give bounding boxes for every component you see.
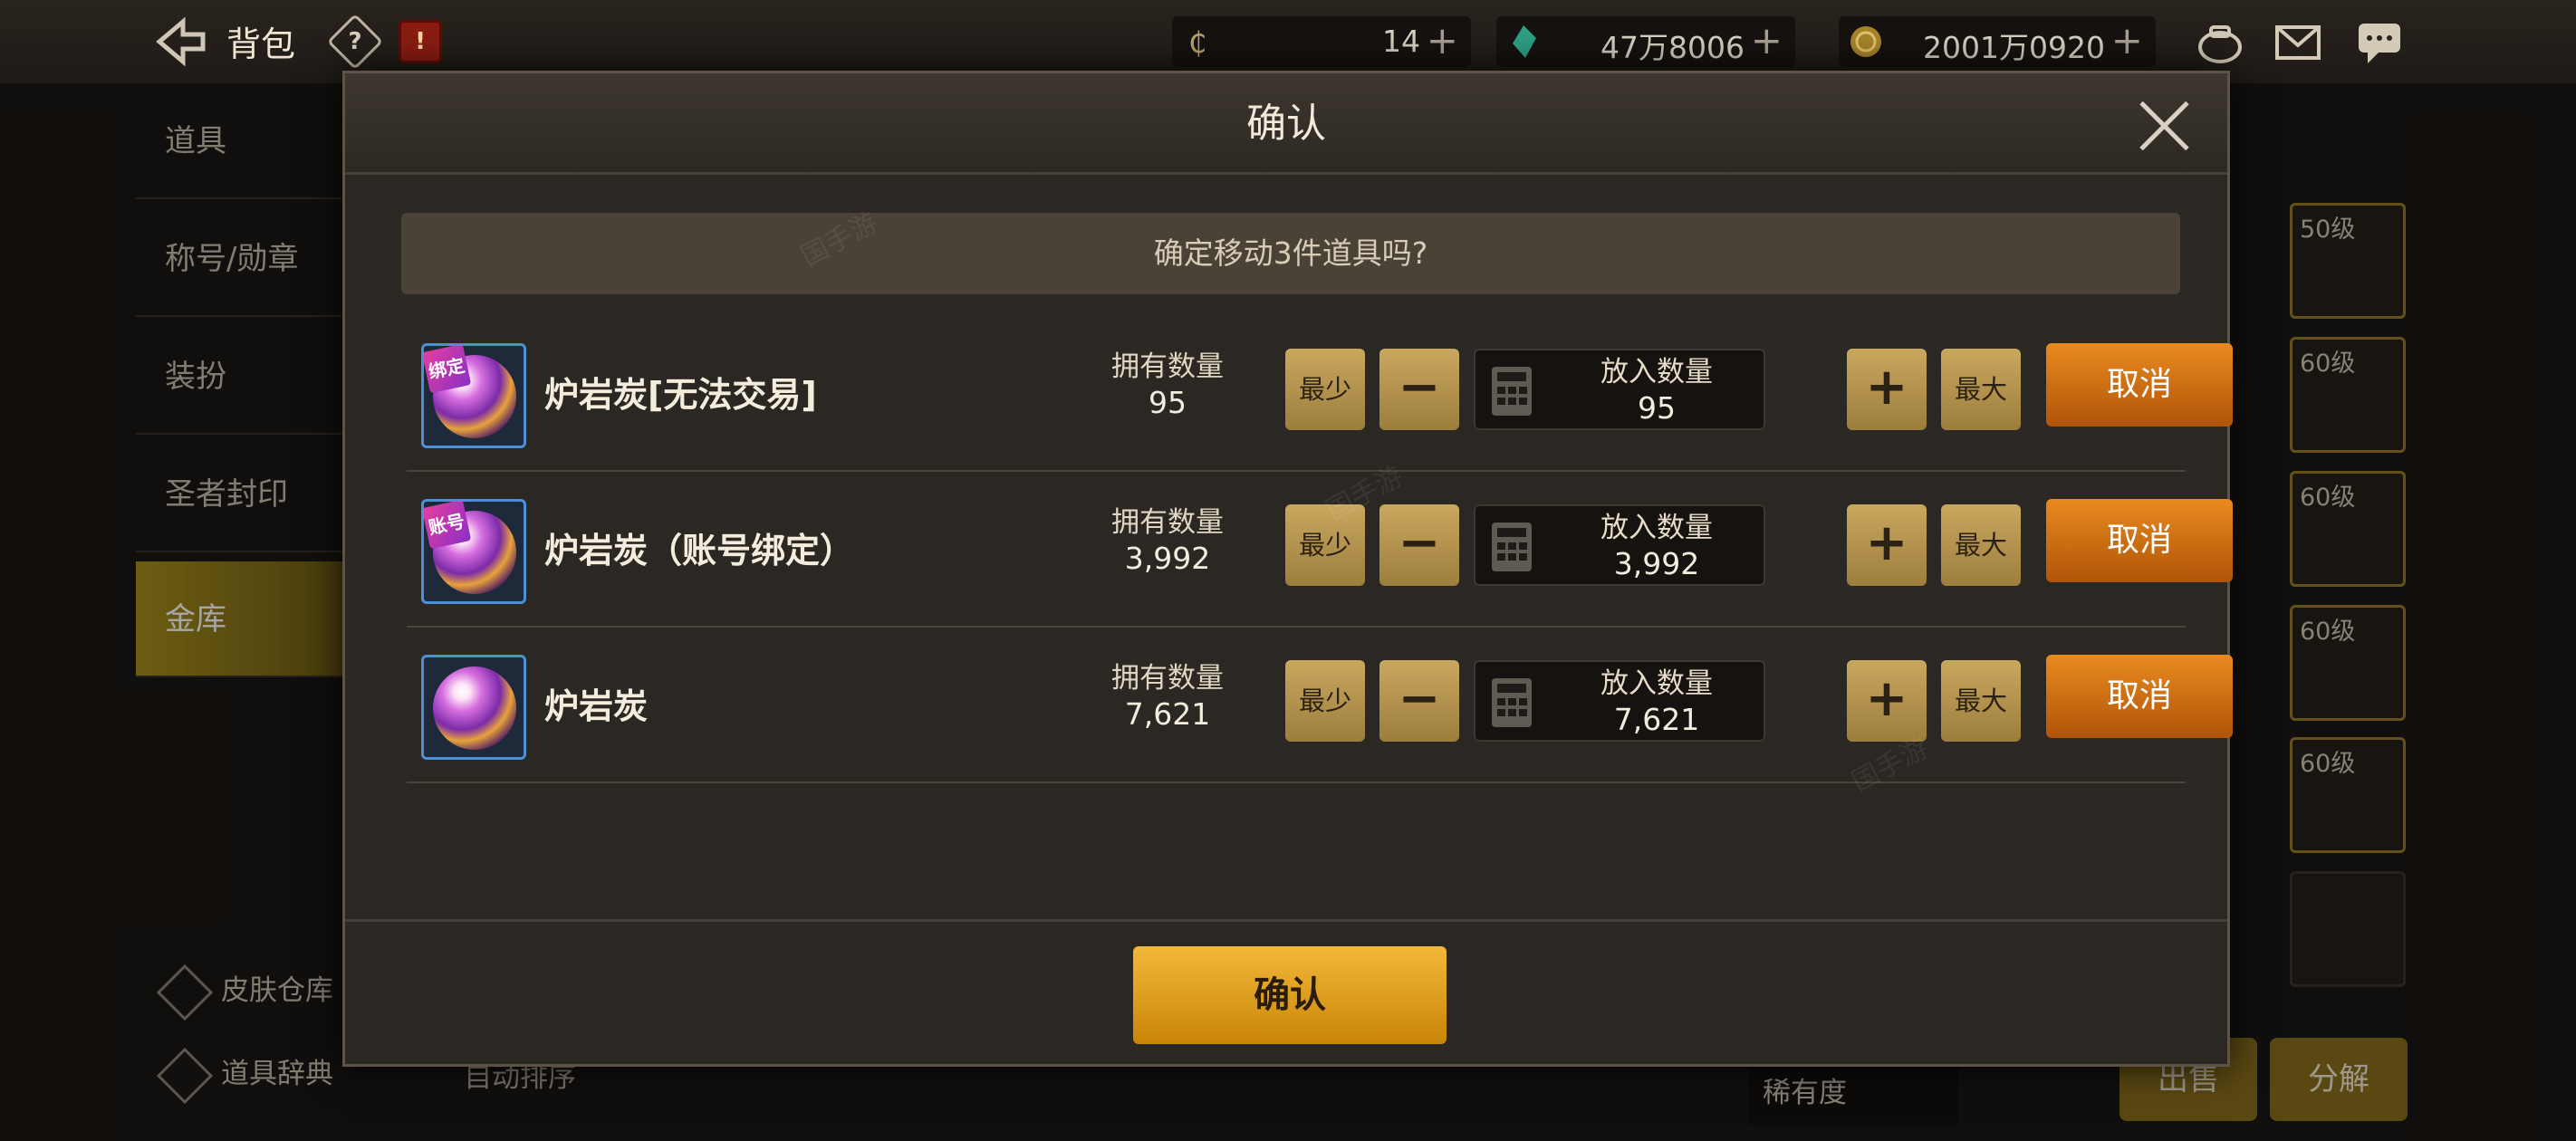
- owned-label: 拥有数量: [1111, 506, 1224, 539]
- owned-label: 拥有数量: [1111, 350, 1224, 383]
- calendar-icon[interactable]: !: [399, 20, 442, 63]
- page-title: 背包: [226, 24, 296, 64]
- add-currency-button[interactable]: +: [1427, 18, 1458, 62]
- minus-button[interactable]: −: [1379, 504, 1459, 586]
- min-button[interactable]: 最少: [1285, 660, 1365, 742]
- max-button[interactable]: 最大: [1941, 504, 2021, 586]
- close-icon[interactable]: [2137, 99, 2191, 153]
- calculator-icon[interactable]: [1492, 678, 1532, 727]
- bound-tag: 绑定: [424, 346, 472, 394]
- confirm-message: 确定移动3件道具吗?: [401, 213, 2180, 294]
- item-name: 炉岩炭（账号绑定）: [544, 531, 855, 570]
- footer-divider: [345, 919, 2227, 922]
- put-value: 3,992: [1613, 546, 1700, 581]
- put-label: 放入数量: [1600, 356, 1713, 388]
- cancel-button[interactable]: 取消: [2046, 343, 2233, 427]
- owned-value: 3,992: [1124, 541, 1211, 576]
- item-row: 账号 炉岩炭（账号绑定） 拥有数量 3,992 最少 − 放入数量 3,992 …: [407, 474, 2233, 628]
- c-coin-icon: ₵: [1188, 25, 1206, 60]
- currency-value: 14: [1382, 24, 1420, 59]
- minus-button[interactable]: −: [1379, 660, 1459, 742]
- crystal-icon: [1513, 25, 1536, 58]
- lava-charcoal-icon[interactable]: 账号: [421, 499, 526, 604]
- pouch-icon[interactable]: [2196, 20, 2244, 65]
- dialog-header: 确认: [345, 73, 2227, 175]
- currency-gold: 2001万0920 +: [1839, 16, 2156, 67]
- owned-quantity: 拥有数量 95: [1077, 349, 1258, 421]
- put-value: 95: [1638, 390, 1676, 426]
- currency-value: 47万8006: [1600, 30, 1745, 65]
- max-button[interactable]: 最大: [1941, 349, 2021, 430]
- currency-value: 2001万0920: [1923, 30, 2105, 65]
- lava-charcoal-icon[interactable]: 绑定: [421, 343, 526, 448]
- owned-value: 7,621: [1124, 696, 1211, 732]
- chat-icon[interactable]: [2355, 20, 2404, 65]
- help-icon[interactable]: ?: [326, 13, 384, 71]
- lava-charcoal-icon[interactable]: [421, 655, 526, 760]
- put-value: 7,621: [1613, 702, 1700, 737]
- owned-label: 拥有数量: [1111, 662, 1224, 695]
- owned-quantity: 拥有数量 3,992: [1077, 504, 1258, 577]
- owned-value: 95: [1149, 385, 1187, 420]
- cancel-button[interactable]: 取消: [2046, 655, 2233, 738]
- add-currency-button[interactable]: +: [2111, 18, 2143, 62]
- item-name: 炉岩炭: [544, 686, 649, 726]
- calculator-icon[interactable]: [1492, 523, 1532, 571]
- plus-button[interactable]: +: [1847, 504, 1927, 586]
- owned-quantity: 拥有数量 7,621: [1077, 660, 1258, 733]
- put-quantity-field[interactable]: 放入数量 95: [1474, 349, 1765, 430]
- help-glyph: ?: [348, 28, 362, 55]
- put-label: 放入数量: [1600, 667, 1713, 700]
- item-name: 炉岩炭[无法交易]: [544, 375, 817, 415]
- cancel-button[interactable]: 取消: [2046, 499, 2233, 582]
- minus-button[interactable]: −: [1379, 349, 1459, 430]
- min-button[interactable]: 最少: [1285, 349, 1365, 430]
- orb-icon: [433, 666, 516, 750]
- back-arrow-icon[interactable]: [152, 16, 207, 67]
- calculator-icon[interactable]: [1492, 367, 1532, 416]
- max-button[interactable]: 最大: [1941, 660, 2021, 742]
- confirm-dialog: 确认 确定移动3件道具吗? 绑定 炉岩炭[无法交易] 拥有数量 95 最少 − …: [342, 71, 2233, 1067]
- gold-coin-icon: [1850, 26, 1881, 57]
- plus-button[interactable]: +: [1847, 349, 1927, 430]
- dialog-title: 确认: [1246, 101, 1326, 147]
- account-bound-tag: 账号: [424, 502, 472, 550]
- item-row: 绑定 炉岩炭[无法交易] 拥有数量 95 最少 − 放入数量 95 + 最大 取…: [407, 318, 2233, 472]
- mail-icon[interactable]: [2273, 20, 2322, 65]
- currency-crystal: 47万8006 +: [1496, 16, 1795, 67]
- add-currency-button[interactable]: +: [1751, 18, 1783, 62]
- confirm-button[interactable]: 确认: [1133, 946, 1447, 1044]
- put-label: 放入数量: [1600, 512, 1713, 544]
- put-quantity-field[interactable]: 放入数量 7,621: [1474, 660, 1765, 742]
- put-quantity-field[interactable]: 放入数量 3,992: [1474, 504, 1765, 586]
- svg-text:₵: ₵: [1188, 25, 1206, 60]
- currency-c-coin: ₵ 14 +: [1172, 16, 1471, 67]
